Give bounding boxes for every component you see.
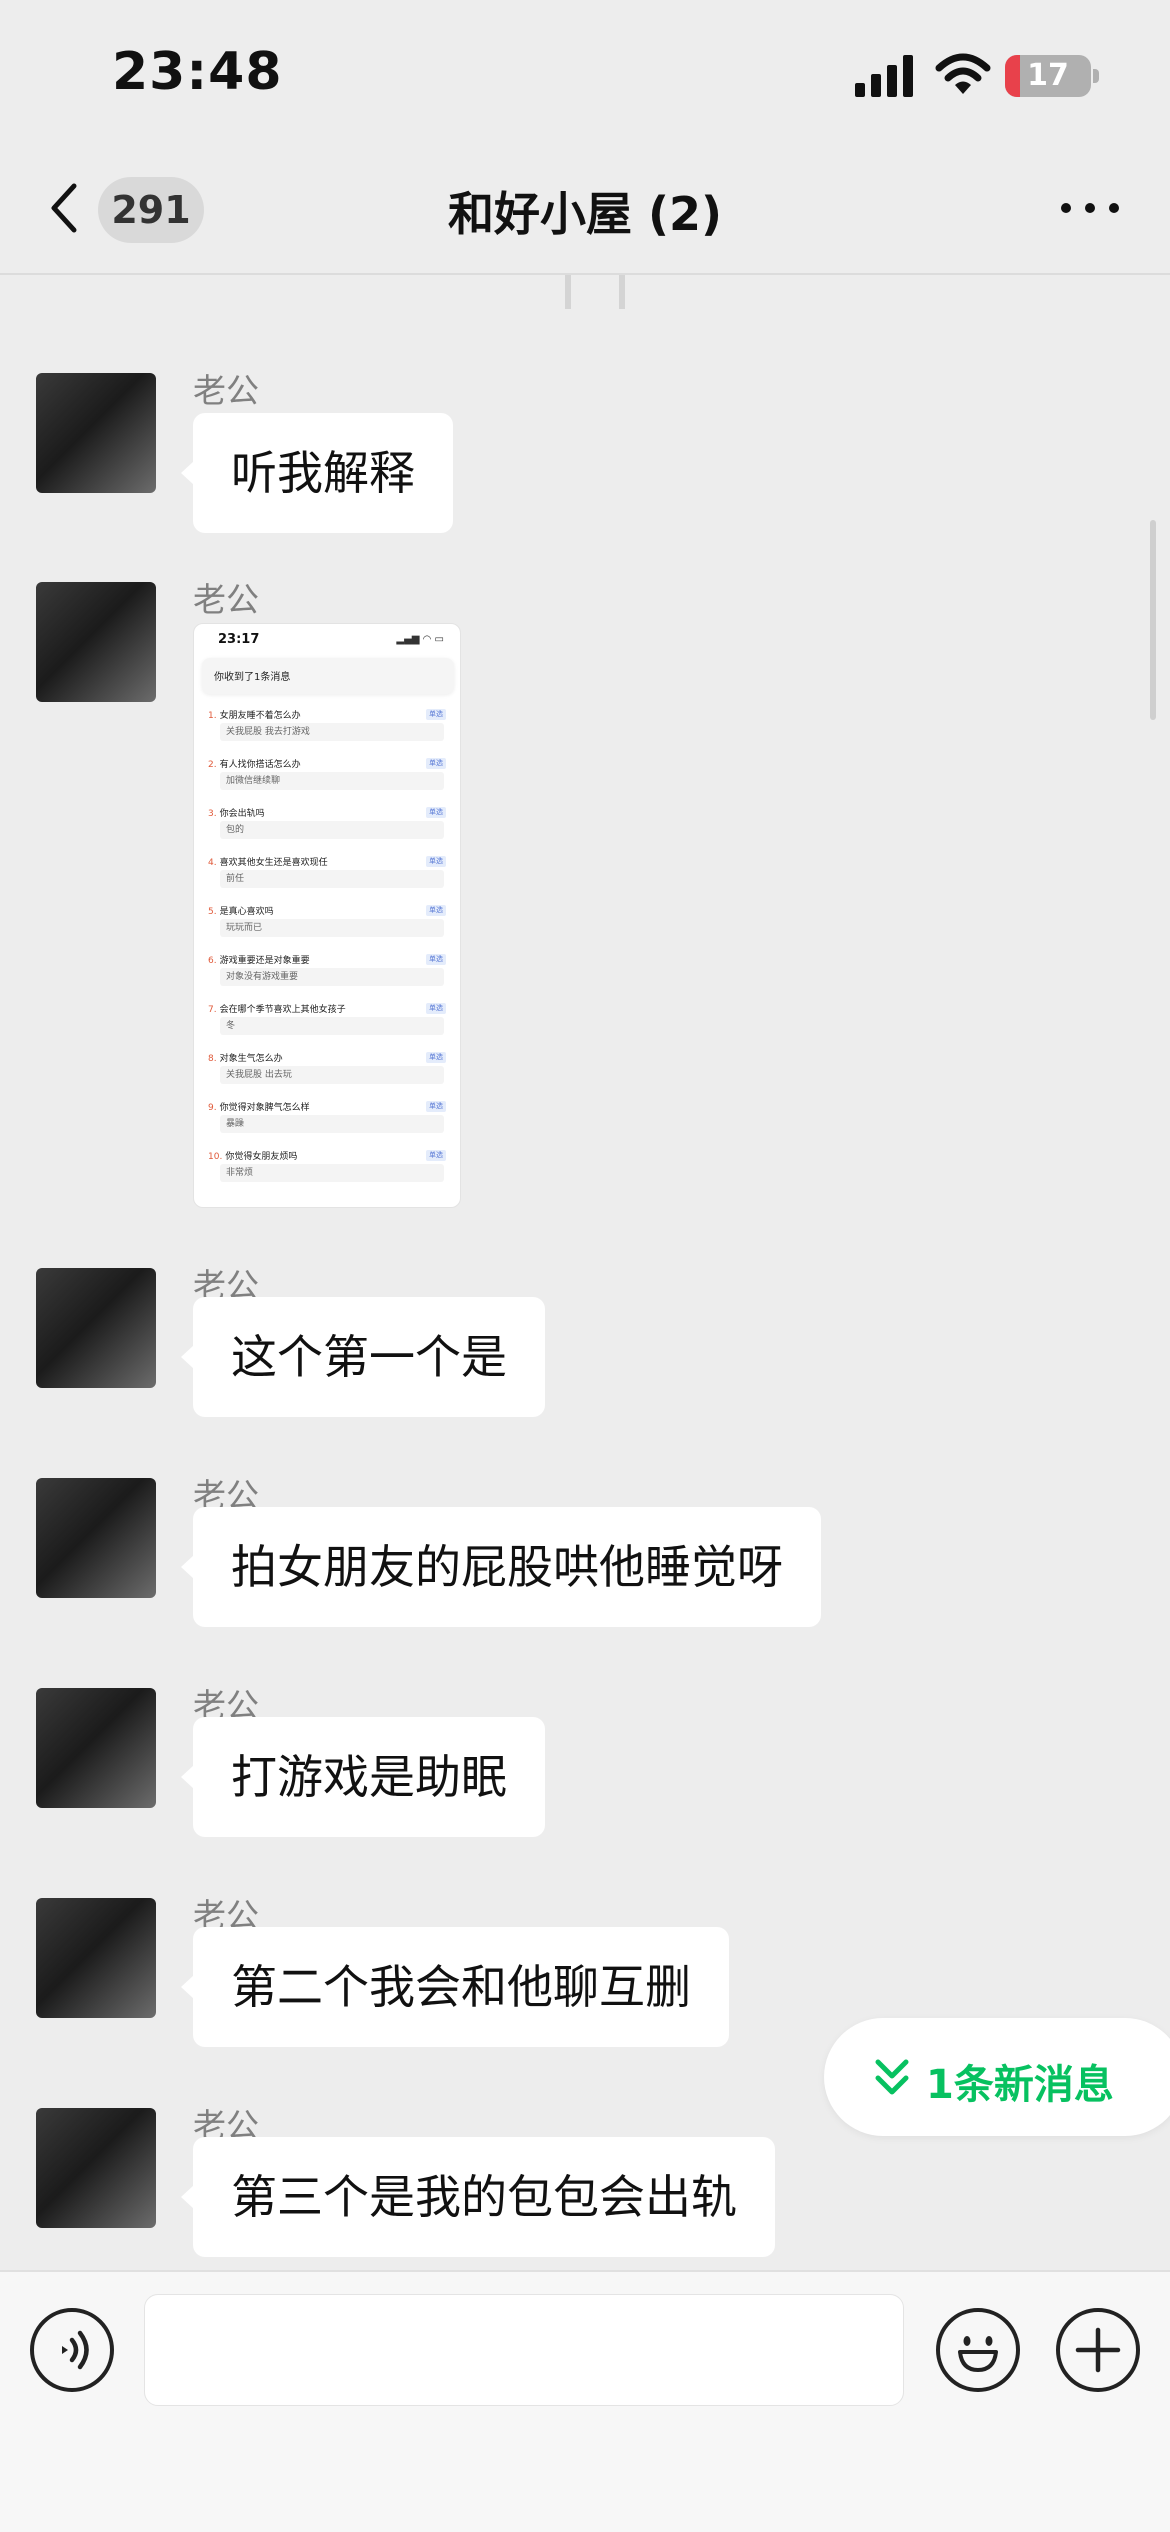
image-question-text: 是真心喜欢吗 xyxy=(219,907,274,917)
image-status-time: 23:17 xyxy=(218,632,260,647)
new-messages-button[interactable]: 1条新消息 xyxy=(824,2018,1170,2136)
battery-icon: 17 xyxy=(1005,55,1091,97)
image-question-item: 1. 女朋友睡不着怎么办 xyxy=(208,708,301,721)
new-messages-label: 1条新消息 xyxy=(926,2062,1114,2108)
status-bar: 23:48 17 xyxy=(0,0,1170,150)
sender-avatar[interactable] xyxy=(36,582,156,702)
chat-title: 和好小屋 (2) xyxy=(447,187,723,241)
image-question-tag: 单选 xyxy=(426,1003,446,1014)
image-question-tag: 单选 xyxy=(426,758,446,769)
image-message[interactable]: 23:17 ▂▄▆ ◠ ▭ 你收到了1条消息 1. 女朋友睡不着怎么办 单选 关我屁股… xyxy=(193,623,461,1208)
image-content: 23:17 ▂▄▆ ◠ ▭ 你收到了1条消息 1. 女朋友睡不着怎么办 单选 关我屁股… xyxy=(194,624,460,1207)
message-bubble[interactable]: 这个第一个是 xyxy=(181,1297,545,1417)
image-question-text: 游戏重要还是对象重要 xyxy=(219,956,310,966)
image-question-number: 5. xyxy=(208,907,217,917)
sender-avatar[interactable] xyxy=(36,2108,156,2228)
image-answer-item: 非常烦 xyxy=(220,1164,444,1182)
sender-name: 老公 xyxy=(193,580,259,619)
status-time: 23:48 xyxy=(112,42,283,102)
image-answer-item: 关我屁股 出去玩 xyxy=(220,1066,444,1084)
image-question-text: 你会出轨吗 xyxy=(219,809,265,819)
message-input-bar xyxy=(0,2270,1170,2532)
image-question-number: 4. xyxy=(208,858,217,868)
image-question-tag: 单选 xyxy=(426,1101,446,1112)
more-actions-button[interactable] xyxy=(1056,2308,1140,2392)
image-answer-item: 冬 xyxy=(220,1017,444,1035)
image-banner-text: 你收到了1条消息 xyxy=(214,672,291,683)
image-question-text: 你觉得女朋友烦吗 xyxy=(225,1152,298,1162)
image-notification-banner: 你收到了1条消息 xyxy=(202,658,454,694)
image-question-number: 3. xyxy=(208,809,217,819)
image-answer-item: 前任 xyxy=(220,870,444,888)
sender-avatar[interactable] xyxy=(36,373,156,493)
image-question-tag: 单选 xyxy=(426,1150,446,1161)
message-bubble[interactable]: 第三个是我的包包会出轨 xyxy=(181,2137,775,2257)
image-question-item: 7. 会在哪个季节喜欢上其他女孩子 xyxy=(208,1002,346,1015)
image-question-item: 10. 你觉得女朋友烦吗 xyxy=(208,1149,297,1162)
image-question-item: 8. 对象生气怎么办 xyxy=(208,1051,283,1064)
image-question-item: 6. 游戏重要还是对象重要 xyxy=(208,953,310,966)
image-status-icons: ▂▄▆ ◠ ▭ xyxy=(396,634,444,645)
wifi-icon xyxy=(935,53,991,94)
image-answer-item: 暴躁 xyxy=(220,1115,444,1133)
image-question-number: 8. xyxy=(208,1054,217,1064)
image-question-tag: 单选 xyxy=(426,954,446,965)
sender-avatar[interactable] xyxy=(36,1688,156,1808)
sender-avatar[interactable] xyxy=(36,1898,156,2018)
message-bubble[interactable]: 听我解释 xyxy=(181,413,453,533)
image-question-item: 5. 是真心喜欢吗 xyxy=(208,904,274,917)
battery-cap xyxy=(1093,69,1099,83)
more-options-icon[interactable] xyxy=(1058,196,1122,220)
image-question-tag: 单选 xyxy=(426,1052,446,1063)
double-chevron-down-icon xyxy=(875,2059,909,2095)
plus-icon xyxy=(1075,2327,1121,2373)
image-question-text: 女朋友睡不着怎么办 xyxy=(219,711,301,721)
image-question-tag: 单选 xyxy=(426,905,446,916)
voice-input-button[interactable] xyxy=(30,2308,114,2392)
image-question-number: 9. xyxy=(208,1103,217,1113)
image-question-text: 对象生气怎么办 xyxy=(219,1054,283,1064)
scroll-top-handle xyxy=(565,275,625,309)
image-question-item: 3. 你会出轨吗 xyxy=(208,806,265,819)
image-question-number: 6. xyxy=(208,956,217,966)
image-question-item: 9. 你觉得对象脾气怎么样 xyxy=(208,1100,310,1113)
image-answer-item: 包的 xyxy=(220,821,444,839)
voice-wave-icon xyxy=(62,2330,89,2370)
message-text-input[interactable] xyxy=(144,2294,904,2406)
message-bubble[interactable]: 第二个我会和他聊互删 xyxy=(181,1927,729,2047)
image-question-tag: 单选 xyxy=(426,709,446,720)
image-question-text: 会在哪个季节喜欢上其他女孩子 xyxy=(219,1005,346,1015)
image-answer-item: 加微信继续聊 xyxy=(220,772,444,790)
cellular-signal-icon xyxy=(855,55,913,97)
image-question-number: 7. xyxy=(208,1005,217,1015)
sender-name: 老公 xyxy=(193,371,259,410)
scroll-indicator[interactable] xyxy=(1150,520,1156,720)
sender-avatar[interactable] xyxy=(36,1268,156,1388)
image-question-text: 有人找你搭话怎么办 xyxy=(219,760,301,770)
message-bubble[interactable]: 拍女朋友的屁股哄他睡觉呀 xyxy=(181,1507,821,1627)
image-answer-item: 关我屁股 我去打游戏 xyxy=(220,723,444,741)
emoji-button[interactable] xyxy=(936,2308,1020,2392)
image-question-number: 2. xyxy=(208,760,217,770)
image-question-text: 喜欢其他女生还是喜欢现任 xyxy=(219,858,328,868)
image-question-text: 你觉得对象脾气怎么样 xyxy=(219,1103,310,1113)
image-answer-item: 对象没有游戏重要 xyxy=(220,968,444,986)
chat-nav-bar: 291 和好小屋 (2) xyxy=(0,150,1170,275)
image-answer-item: 玩玩而已 xyxy=(220,919,444,937)
image-question-item: 2. 有人找你搭话怎么办 xyxy=(208,757,301,770)
image-question-tag: 单选 xyxy=(426,856,446,867)
battery-percent: 17 xyxy=(1027,58,1069,93)
image-question-tag: 单选 xyxy=(426,807,446,818)
image-question-number: 1. xyxy=(208,711,217,721)
image-question-number: 10. xyxy=(208,1152,223,1162)
image-question-item: 4. 喜欢其他女生还是喜欢现任 xyxy=(208,855,328,868)
smiley-face-icon xyxy=(958,2336,998,2372)
sender-avatar[interactable] xyxy=(36,1478,156,1598)
message-bubble[interactable]: 打游戏是助眠 xyxy=(181,1717,545,1837)
